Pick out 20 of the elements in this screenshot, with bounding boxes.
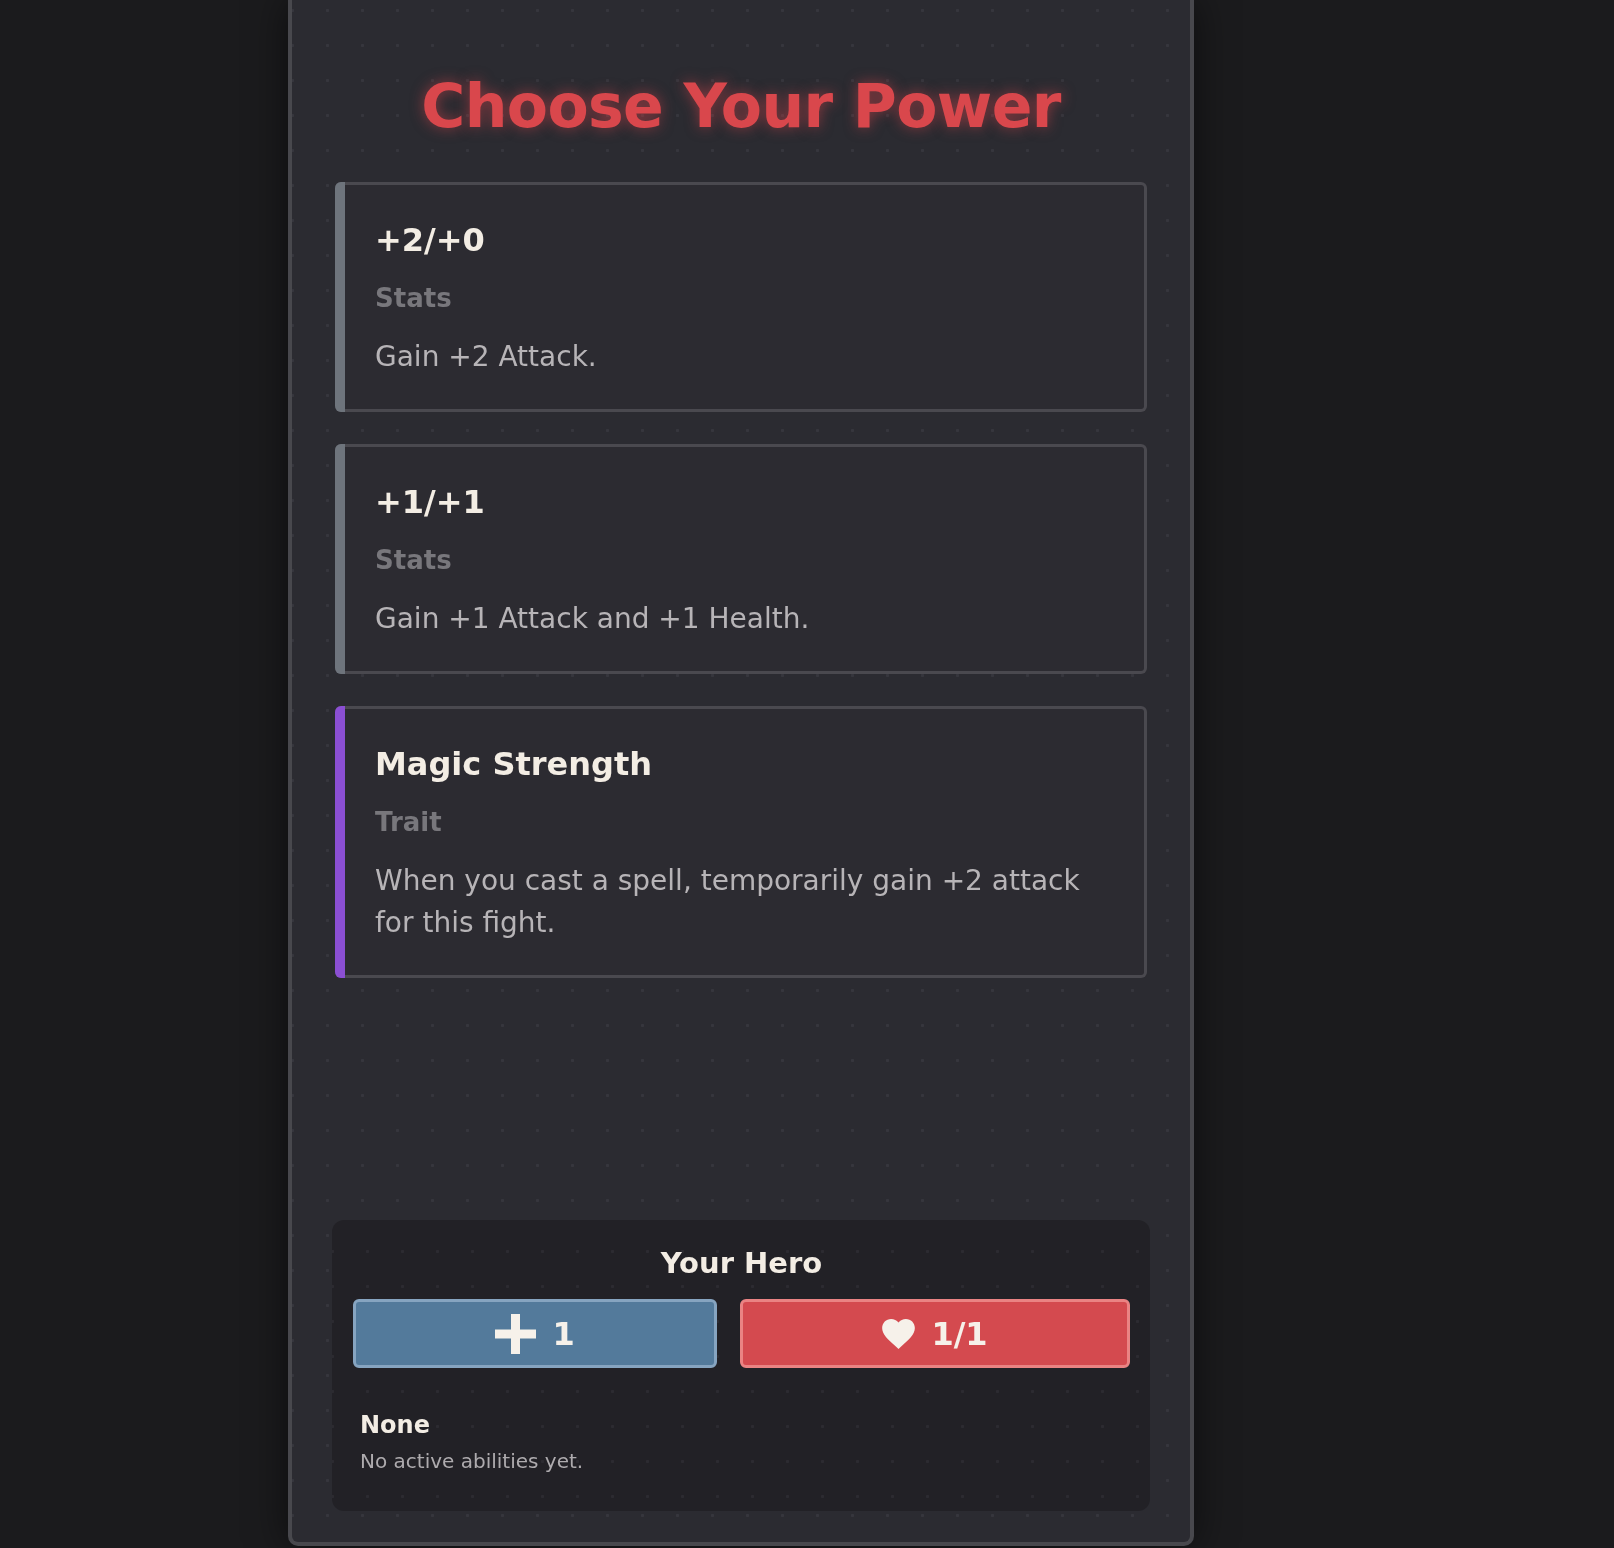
power-name: +2/+0 [375,220,486,261]
heart-icon [882,1318,916,1349]
power-category: Stats [375,543,453,577]
power-description: Gain +2 Attack. [375,338,598,375]
plus-icon [495,1313,537,1354]
power-card[interactable]: +2/+0 Stats Gain +2 Attack. [335,182,1147,413]
ability-name: None [360,1410,431,1441]
page-title: Choose Your Power [421,70,1061,142]
stat-value: 1 [552,1313,575,1354]
power-name: +1/+1 [375,482,486,524]
power-category: Stats [375,281,453,315]
power-name: Magic Strength [375,744,653,786]
power-card[interactable]: +1/+1 Stats Gain +1 Attack and +1 Health. [335,444,1147,675]
power-description: When you cast a spell, temporarily gain +2 attack for this fight. [375,862,1081,941]
stat-value: 1/1 [931,1313,988,1354]
power-card[interactable]: Magic Strength Trait When you cast a spell, temporarily gain +2 attack for this fight. [335,706,1147,979]
ability-description: No active abilities yet. [360,1448,585,1475]
hero-title: Your Hero [659,1245,824,1282]
power-category: Trait [375,805,443,839]
power-description: Gain +1 Attack and +1 Health. [375,600,811,637]
